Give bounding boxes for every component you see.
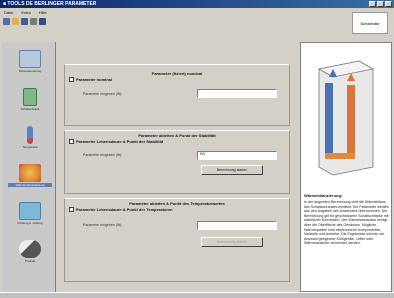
cabinet-icon xyxy=(19,50,41,68)
title-bar: ■ TOOLS DE BERLINGER PARAMETER xyxy=(0,0,394,8)
main-panel: Parameter (fixiert) nominal Parameter no… xyxy=(58,42,298,292)
brand-logo: Schneider xyxy=(352,12,388,34)
sidebar: Dimensionierung Schaltschrank Temperatur… xyxy=(2,42,56,292)
group-nominal-title: Parameter (fixiert) nominal xyxy=(151,71,203,76)
stability-input[interactable]: 50 xyxy=(197,151,277,160)
menu-file[interactable]: Datei xyxy=(4,9,13,16)
nominal-checkbox-row[interactable]: Parameter nominal xyxy=(69,77,112,82)
nominal-field-label: Parameter eingeben (W): xyxy=(83,92,123,96)
temperature-input[interactable] xyxy=(197,221,277,230)
nominal-checkbox[interactable] xyxy=(69,77,74,82)
status-bar xyxy=(0,292,394,298)
help-pane: Wärmebilanzierung: In der folgenden Bere… xyxy=(300,42,392,292)
product-icon xyxy=(19,240,41,258)
menu-bar: Datei Extra Hilfe xyxy=(0,9,394,16)
new-icon[interactable] xyxy=(3,17,10,25)
stability-calc-button[interactable]: Berechnung starten xyxy=(201,165,263,175)
window-controls xyxy=(369,1,392,7)
stability-checkbox[interactable] xyxy=(69,139,74,144)
temperature-field-label: Parameter eingeben (W): xyxy=(83,223,123,227)
nominal-input[interactable] xyxy=(197,89,277,98)
enclosure-icon xyxy=(23,88,37,106)
cooling-icon xyxy=(19,202,41,220)
temperature-checkbox-label: Parameter Lebensdauer & Punkt der Temper… xyxy=(76,207,173,212)
thermometer-icon xyxy=(27,126,33,144)
help-title: Wärmebilanzierung: xyxy=(304,193,343,198)
group-stability-title: Parameter ableiten & Punkt der Stabilitä… xyxy=(138,133,216,138)
menu-extra[interactable]: Extra xyxy=(21,9,30,16)
toolbar xyxy=(0,16,394,26)
stability-checkbox-label: Parameter Lebensdauer & Punkt der Stabil… xyxy=(76,139,164,144)
group-stability: Parameter ableiten & Punkt der Stabilitä… xyxy=(64,130,290,194)
help-icon[interactable] xyxy=(39,17,46,25)
group-temperature: Parameter ableiten & Punkt des Temperatu… xyxy=(64,198,290,282)
group-nominal: Parameter (fixiert) nominal Parameter no… xyxy=(64,64,290,126)
temperature-checkbox[interactable] xyxy=(69,207,74,212)
sidebar-item-enclosure[interactable]: Schaltschrank xyxy=(8,88,52,111)
close-button[interactable] xyxy=(385,1,392,7)
sidebar-item-heat-loss[interactable]: Wärmeverlustleistung xyxy=(8,164,52,187)
sidebar-item-dimensioning[interactable]: Dimensionierung xyxy=(8,50,52,73)
heat-hand-icon xyxy=(19,164,41,182)
sidebar-item-temperature[interactable]: Temperatur xyxy=(8,126,52,149)
temperature-calc-button[interactable]: Berechnung starten xyxy=(201,237,263,247)
minimize-button[interactable] xyxy=(369,1,376,7)
sidebar-item-product[interactable]: Produkt xyxy=(8,240,52,263)
window-title: ■ TOOLS DE BERLINGER PARAMETER xyxy=(3,1,97,7)
stability-checkbox-row[interactable]: Parameter Lebensdauer & Punkt der Stabil… xyxy=(69,139,163,144)
group-temperature-title: Parameter ableiten & Punkt des Temperatu… xyxy=(129,201,225,206)
sidebar-item-cooling[interactable]: Kühlung u. Lüftung xyxy=(8,202,52,225)
temperature-checkbox-row[interactable]: Parameter Lebensdauer & Punkt der Temper… xyxy=(69,207,173,212)
nominal-checkbox-label: Parameter nominal xyxy=(76,77,113,82)
cabinet-airflow-illustration xyxy=(317,60,375,176)
print-icon[interactable] xyxy=(30,17,37,25)
stability-field-label: Parameter eingeben (W): xyxy=(83,153,123,157)
menu-help[interactable]: Hilfe xyxy=(39,9,47,16)
maximize-button[interactable] xyxy=(377,1,384,7)
open-icon[interactable] xyxy=(12,17,19,25)
save-icon[interactable] xyxy=(21,17,28,25)
help-text: In der folgenden Berechnung wird die Wär… xyxy=(304,200,389,246)
